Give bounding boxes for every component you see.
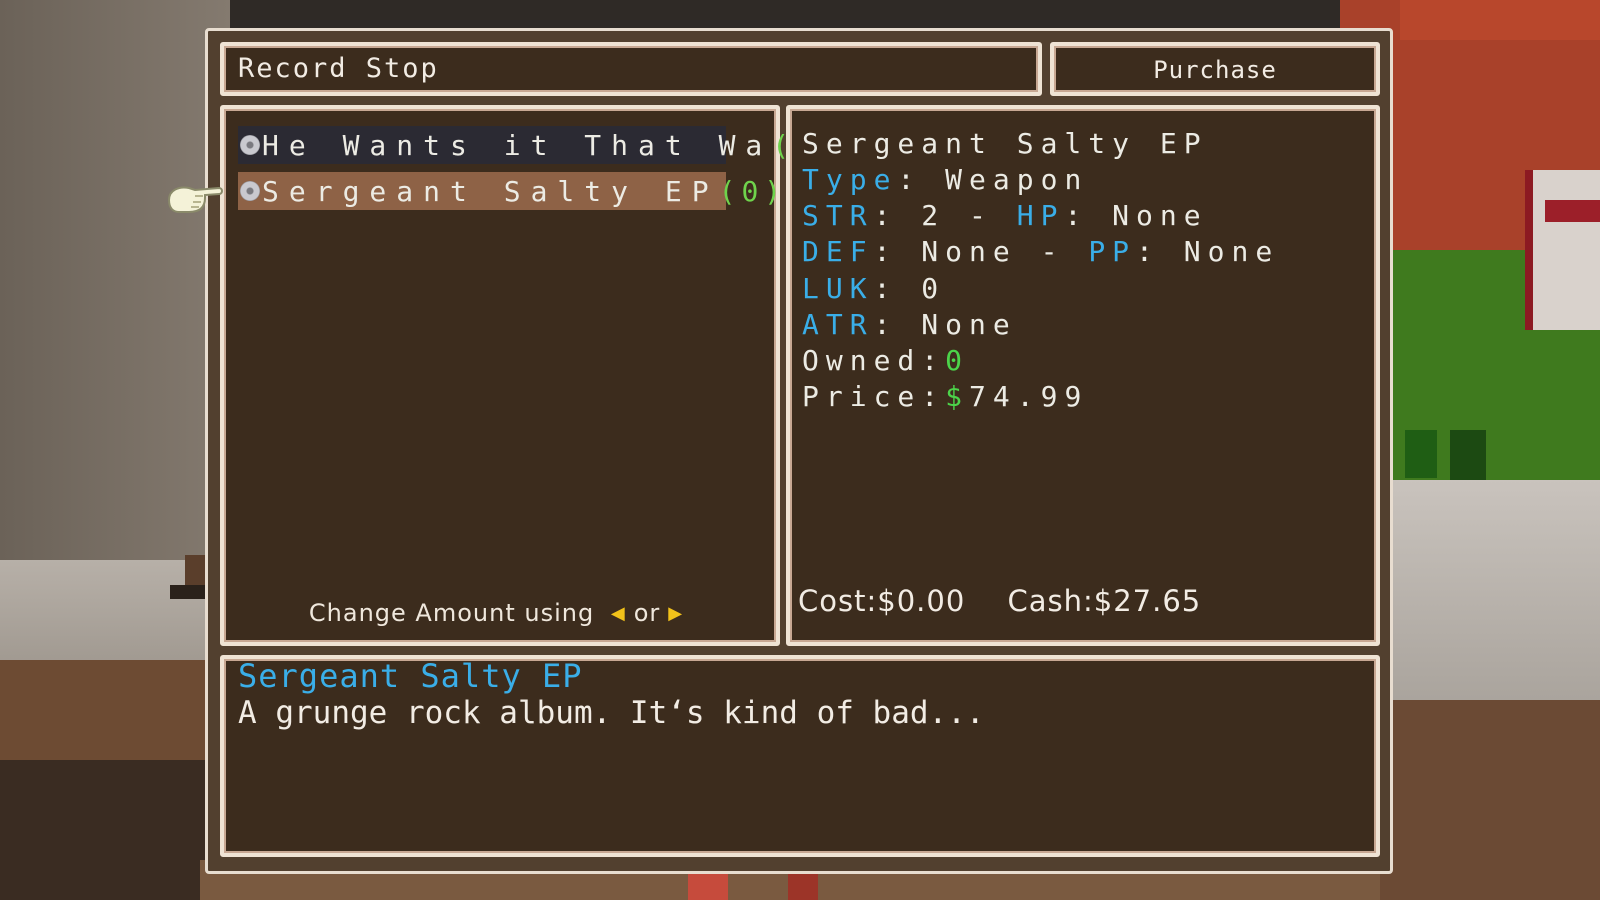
hp-value: None	[1112, 199, 1208, 232]
type-value: Weapon	[945, 163, 1089, 196]
detail-str-hp-row: STR: 2 - HP: None	[802, 199, 1208, 232]
shop-title: Record Stop	[238, 53, 439, 84]
right-shelf	[1380, 700, 1600, 900]
atr-key: ATR	[802, 308, 874, 341]
detail-luk-row: LUK: 0	[802, 272, 946, 305]
detail-owned-row: Owned:0	[802, 344, 969, 377]
detail-item-name: Sergeant Salty EP	[802, 127, 1208, 160]
pp-value: None	[1183, 235, 1280, 268]
type-key: Type	[802, 163, 898, 196]
luk-key: LUK	[802, 272, 874, 305]
price-currency: $	[945, 380, 970, 413]
list-item[interactable]: He Wants it That Wa (0)	[238, 126, 835, 164]
totals-row: Cost:$0.00 Cash:$27.65	[798, 584, 1201, 618]
str-value: 2	[921, 199, 946, 232]
cash-label: Cash:	[1007, 584, 1094, 618]
count-open-paren: (	[718, 174, 742, 208]
detail-def-pp-row: DEF: None - PP: None	[802, 235, 1280, 268]
mascot-figure	[1525, 170, 1600, 330]
owned-label: Owned:	[802, 344, 946, 377]
purchase-label: Purchase	[1153, 56, 1277, 84]
luk-value: 0	[921, 272, 946, 305]
list-item-selected[interactable]: Sergeant Salty EP (0)	[238, 172, 781, 210]
cost-label: Cost:	[798, 584, 878, 618]
def-key: DEF	[802, 235, 874, 268]
cost-value: $0.00	[877, 584, 966, 618]
amount-hint: Change Amount using ◀ or ▶	[224, 599, 776, 627]
str-key: STR	[802, 199, 874, 232]
record-disc-icon	[240, 181, 260, 201]
mascot-detail	[1545, 200, 1600, 222]
price-label: Price:	[802, 380, 946, 413]
atr-value: None	[921, 308, 1017, 341]
description-panel: Sergeant Salty EP A grunge rock album. I…	[220, 655, 1380, 857]
ceiling	[230, 0, 1350, 30]
hp-key: HP	[1016, 199, 1065, 232]
green-block	[1450, 430, 1486, 482]
item-name: He Wants it That Wa	[262, 128, 773, 162]
purchase-button[interactable]: Purchase	[1050, 42, 1380, 96]
amount-hint-text: Change Amount using	[308, 599, 595, 627]
left-peg	[185, 555, 205, 585]
owned-value: 0	[945, 344, 970, 377]
item-name: Sergeant Salty EP	[262, 174, 719, 208]
left-shelf-shadow	[0, 760, 215, 900]
def-value: None	[921, 235, 1017, 268]
right-arrow-icon: ▶	[668, 603, 684, 624]
hand-cursor-icon	[167, 186, 223, 213]
amount-hint-or: or	[633, 599, 661, 627]
pp-key: PP	[1088, 235, 1137, 268]
left-arrow-icon: ◀	[610, 603, 626, 624]
item-details-panel: Sergeant Salty EP Type: Weapon STR: 2 - …	[786, 105, 1380, 646]
green-block	[1405, 430, 1437, 478]
description-title: Sergeant Salty EP	[238, 657, 583, 695]
right-wall-top	[1400, 0, 1600, 40]
cash-value: $27.65	[1093, 584, 1202, 618]
price-value: 74.99	[969, 380, 1089, 413]
detail-atr-row: ATR: None	[802, 308, 1017, 341]
description-text: A grunge rock album. It‘s kind of bad...	[238, 695, 985, 731]
item-list-panel: He Wants it That Wa (0) Sergeant Salty E…	[220, 105, 835, 646]
left-peg	[170, 585, 210, 599]
shop-title-panel: Record Stop	[220, 42, 1042, 96]
item-count: 0	[741, 174, 765, 208]
record-disc-icon	[240, 135, 260, 155]
detail-type-row: Type: Weapon	[802, 163, 1089, 196]
count-close-paren: )	[764, 174, 788, 208]
detail-price-row: Price:$74.99	[802, 380, 1088, 413]
